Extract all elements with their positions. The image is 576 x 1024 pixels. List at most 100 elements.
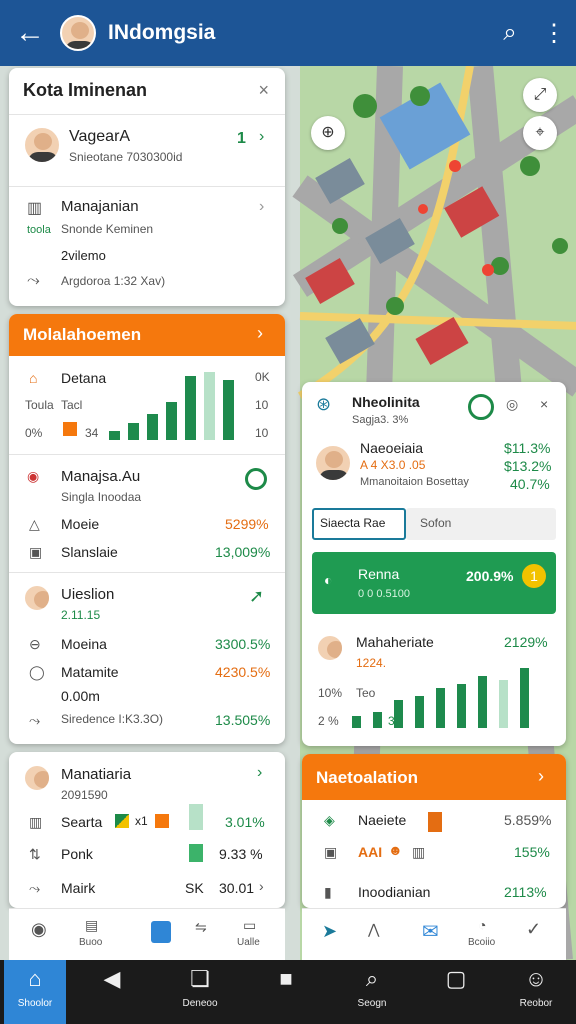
tab-label[interactable]: Ualle <box>237 937 260 948</box>
chart-label: 3 <box>388 714 395 728</box>
tab-label[interactable]: Buoo <box>79 937 102 948</box>
search-icon[interactable]: ⌕ <box>488 19 532 47</box>
left-tab-bar: ◉ ▤ Buoo ⇋ ▭ Ualle <box>9 908 285 962</box>
tab-label[interactable]: Bcoiio <box>468 937 495 948</box>
section-title: Manajsa.Au <box>61 468 141 485</box>
right-bottom-card: Naetoalation › ◈ Naeiete 5.859% ▣ AAI ☻ … <box>302 754 566 908</box>
doc-icon[interactable]: ▭ <box>243 917 256 934</box>
chart-bar <box>394 700 403 728</box>
highlight-card[interactable]: ◐ Renna 0 0 0.5100 200.9% 1 <box>312 552 556 614</box>
value: 40.7% <box>510 476 550 492</box>
nav-label: Deneoo <box>182 998 218 1009</box>
system-nav-bar: ⌂ Shoolor ◀ ❏ Deneoo ■ ⌕ Seogn ▢ ☺ Reobo… <box>0 960 576 1024</box>
row-sub: 0.00m <box>61 688 100 704</box>
item-value: 1 <box>237 130 246 147</box>
arrow-left-icon[interactable]: ← <box>0 16 60 50</box>
stats-header-title: Molalahoemen <box>23 325 142 344</box>
clock-icon[interactable]: ◔ <box>478 917 486 933</box>
chevron-right-icon[interactable]: › <box>257 764 262 782</box>
close-icon[interactable]: × <box>540 396 548 412</box>
card-sub: 2091590 <box>61 788 108 802</box>
chart-bar <box>166 402 177 440</box>
search-tab[interactable]: Sofon <box>406 508 556 540</box>
arrow-up-icon: ⇅ <box>29 846 41 862</box>
leaf-icon[interactable]: ➚ <box>249 586 264 607</box>
bar-chart <box>352 666 552 728</box>
shield-icon: ◈ <box>324 812 335 828</box>
calendar-icon[interactable]: ▤ <box>85 917 98 934</box>
navigate-icon[interactable]: ➤ <box>322 921 337 942</box>
status-badge[interactable] <box>468 394 494 420</box>
avatar <box>314 444 352 482</box>
nav-overview[interactable]: ■ <box>254 960 318 1024</box>
person-name: Naeoeiaia <box>360 440 424 456</box>
person-name: Mahaheriate <box>356 634 434 650</box>
nav-profile[interactable]: ☺ Reobor <box>504 960 568 1024</box>
chevron-right-icon: › <box>257 323 263 343</box>
section-sub: 2.11.15 <box>61 608 101 622</box>
triangle-icon: △ <box>29 516 40 532</box>
right-bottom-header[interactable]: Naetoalation › <box>302 754 566 800</box>
more-vertical-icon[interactable]: ⋮ <box>532 19 576 48</box>
chevron-right-icon[interactable]: › <box>259 878 264 894</box>
stats-header[interactable]: Molalahoemen › <box>9 314 285 356</box>
nav-label: Seogn <box>357 998 387 1009</box>
row-value: 5299% <box>225 516 269 532</box>
tab-active-icon[interactable] <box>151 921 171 943</box>
link-icon[interactable]: ⇋ <box>195 919 207 936</box>
card-title: Manatiaria <box>61 766 132 783</box>
chart-bar <box>128 423 139 440</box>
chart-label: 10 <box>255 398 269 412</box>
map-locate-button[interactable]: ⌖ <box>523 116 557 150</box>
chart-label: 0% <box>25 426 43 440</box>
chat-icon: ▢ <box>445 966 467 991</box>
chevron-right-icon[interactable]: › <box>259 128 264 146</box>
nav-label: Reobor <box>519 998 553 1009</box>
status-badge[interactable] <box>245 468 267 490</box>
person-icon: ☻ <box>388 842 403 858</box>
chevron-right-icon[interactable]: › <box>259 198 264 216</box>
map-rotate-button[interactable]: ⤢ <box>523 78 557 112</box>
map-compass-button[interactable]: ⊕ <box>311 116 345 150</box>
route-icon: ⤳ <box>29 880 41 896</box>
chart-label: 34 <box>85 426 99 440</box>
chart-label: 2 % <box>318 714 339 728</box>
item-sub: Snieotane 7030300id <box>69 150 183 164</box>
close-icon[interactable]: × <box>258 80 269 101</box>
nav-recent[interactable]: ❏ Deneoo <box>168 960 232 1024</box>
chart-bar <box>109 431 120 440</box>
avatar[interactable] <box>60 15 96 51</box>
highlight-sub: 0 0 0.5100 <box>358 588 410 600</box>
nav-chat[interactable]: ▢ <box>424 960 488 1024</box>
nav-back[interactable]: ◀ <box>80 960 144 1024</box>
bar <box>189 804 203 830</box>
chart-bar <box>457 684 466 728</box>
nav-search[interactable]: ⌕ Seogn <box>340 960 404 1024</box>
search-icon: ⌕ <box>365 966 379 991</box>
circle-icon[interactable]: ◉ <box>31 919 47 940</box>
route-icon: ⤳ <box>29 712 41 728</box>
chart-label: Toula <box>25 398 54 412</box>
grid-icon: ▣ <box>29 544 43 560</box>
row-value: 2113% <box>504 884 547 900</box>
nav-home[interactable]: ⌂ Shoolor <box>4 960 66 1024</box>
check-icon[interactable]: ✓ <box>526 919 541 940</box>
grid-icon: ▥ <box>412 844 426 860</box>
stats-card: Molalahoemen › ⌂ Detana Toula Tacl 0% 34… <box>9 314 285 744</box>
row-label: Inoodianian <box>358 884 431 900</box>
page-title: INdomgsia <box>108 21 216 44</box>
clock-icon[interactable]: ◎ <box>506 396 518 413</box>
row-label: Siredence I:K3.3O) <box>61 712 164 726</box>
search-box[interactable]: Siaecta Rae <box>312 508 406 540</box>
avatar <box>316 634 344 662</box>
header-title: Naetoalation <box>316 768 419 787</box>
right-tab-bar: ➤ ⋀ ✉ ◔ Bcoiio ✓ <box>302 908 566 962</box>
chat-icon[interactable]: ✉ <box>422 919 439 944</box>
chart-bar <box>415 696 424 728</box>
item-line: Argdoroa 1:32 Xav) <box>61 274 166 288</box>
value: $11.3% <box>504 440 551 456</box>
sign-icon[interactable]: ⋀ <box>368 921 379 938</box>
highlight-value: 200.9% <box>466 568 514 584</box>
panel-sub: Sagja3. 3% <box>352 414 409 426</box>
chart-bar <box>436 688 445 728</box>
